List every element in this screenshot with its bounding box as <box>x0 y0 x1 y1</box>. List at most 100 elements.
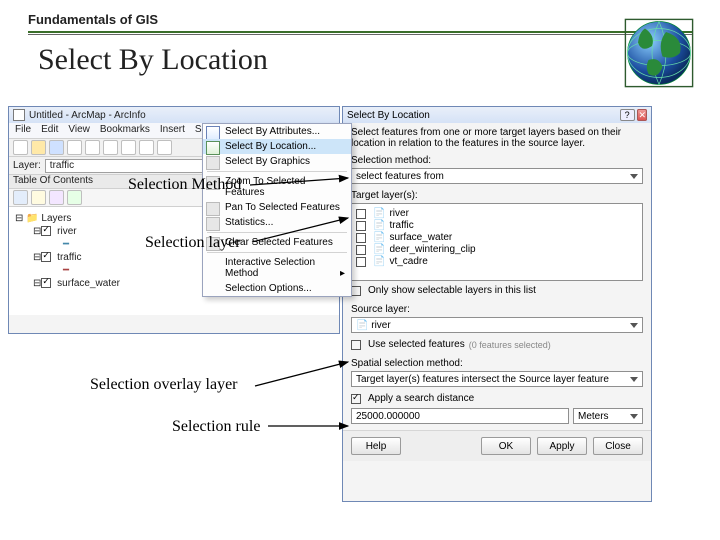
redo-icon[interactable] <box>157 140 172 155</box>
selection-method-value: select features from <box>356 171 444 182</box>
menuitem-select-by-location[interactable]: Select By Location... <box>203 139 351 154</box>
globe-icon <box>624 18 694 88</box>
spatial-method-label: Spatial selection method: <box>343 354 651 371</box>
target-layer-name: deer_wintering_clip <box>389 244 475 255</box>
chevron-down-icon <box>630 377 638 382</box>
slide-title: Select By Location <box>38 43 692 77</box>
menuitem-label: Statistics... <box>225 217 273 228</box>
layer-label: river <box>57 226 76 237</box>
apply-distance-label: Apply a search distance <box>368 393 474 404</box>
checkbox-icon[interactable] <box>356 209 366 219</box>
menuitem-zoom-to-selected[interactable]: Zoom To Selected Features <box>203 174 351 200</box>
menuitem-statistics[interactable]: Statistics... <box>203 215 351 230</box>
checkbox-icon[interactable] <box>356 245 366 255</box>
paste-icon[interactable] <box>121 140 136 155</box>
checkbox-icon[interactable] <box>356 233 366 243</box>
select-by-attributes-icon <box>206 126 220 140</box>
menuitem-label: Select By Graphics <box>225 156 310 167</box>
menuitem-selection-options[interactable]: Selection Options... <box>203 281 351 296</box>
toc-root-label: Layers <box>41 213 71 224</box>
menu-insert[interactable]: Insert <box>160 124 185 137</box>
open-icon[interactable] <box>31 140 46 155</box>
menuitem-label: Select By Location... <box>225 141 316 152</box>
target-layer-row[interactable]: 📄river <box>356 208 638 219</box>
selection-method-combo[interactable]: select features from <box>351 168 643 184</box>
menuitem-label: Selection Options... <box>225 283 312 294</box>
menu-bookmarks[interactable]: Bookmarks <box>100 124 150 137</box>
content-area: Untitled - ArcMap - ArcInfo File Edit Vi… <box>0 106 720 526</box>
source-layer-label: Source layer: <box>343 300 651 317</box>
menuitem-select-by-attributes[interactable]: Select By Attributes... <box>203 124 351 139</box>
checkbox-icon[interactable] <box>41 226 51 236</box>
target-layer-row[interactable]: 📄deer_wintering_clip <box>356 244 638 255</box>
apply-distance-checkbox[interactable] <box>351 394 361 404</box>
close-button[interactable]: Close <box>593 437 643 455</box>
close-icon[interactable]: ✕ <box>637 109 647 121</box>
target-layer-row[interactable]: 📄surface_water <box>356 232 638 243</box>
use-selected-checkbox[interactable] <box>351 340 361 350</box>
slide-header: Fundamentals of GIS Select By Location <box>0 0 720 87</box>
checkbox-icon[interactable] <box>41 278 51 288</box>
distance-input[interactable]: 25000.000000 <box>351 408 569 424</box>
chevron-down-icon <box>630 174 638 179</box>
menuitem-clear-selected[interactable]: Clear Selected Features <box>203 235 351 250</box>
distance-units-combo[interactable]: Meters <box>573 408 643 424</box>
target-layer-name: river <box>389 208 408 219</box>
clear-icon <box>206 237 220 251</box>
only-selectable-label: Only show selectable layers in this list <box>368 285 536 296</box>
checkbox-icon[interactable] <box>41 252 51 262</box>
menuitem-select-by-graphics[interactable]: Select By Graphics <box>203 154 351 169</box>
statistics-icon <box>206 217 220 231</box>
cut-icon[interactable] <box>85 140 100 155</box>
separator <box>207 232 347 233</box>
use-selected-row: Use selected features (0 features select… <box>343 335 651 354</box>
checkbox-icon[interactable] <box>356 221 366 231</box>
ok-button[interactable]: OK <box>481 437 531 455</box>
target-layer-row[interactable]: 📄vt_cadre <box>356 256 638 267</box>
distance-units-value: Meters <box>578 411 609 422</box>
help-icon[interactable]: ? <box>620 109 635 121</box>
annotation-selection-overlay: Selection overlay layer <box>90 376 238 394</box>
help-button[interactable]: Help <box>351 437 401 455</box>
spatial-method-combo[interactable]: Target layer(s) features intersect the S… <box>351 371 643 387</box>
new-doc-icon[interactable] <box>13 140 28 155</box>
toc-list-selection-icon[interactable] <box>67 190 82 205</box>
select-by-graphics-icon <box>206 156 220 170</box>
undo-icon[interactable] <box>139 140 154 155</box>
zoom-icon <box>206 176 220 190</box>
menu-view[interactable]: View <box>68 124 90 137</box>
target-layer-name: vt_cadre <box>389 256 427 267</box>
copy-icon[interactable] <box>103 140 118 155</box>
target-layers-listbox[interactable]: 📄river 📄traffic 📄surface_water 📄deer_win… <box>351 203 643 281</box>
save-icon[interactable] <box>49 140 64 155</box>
only-selectable-checkbox[interactable] <box>351 286 361 296</box>
select-by-location-icon <box>206 141 220 155</box>
use-selected-hint: (0 features selected) <box>469 340 551 350</box>
target-layer-name: traffic <box>389 220 413 231</box>
source-layer-combo[interactable]: 📄 river <box>351 317 643 333</box>
divider <box>28 34 692 35</box>
apply-button[interactable]: Apply <box>537 437 587 455</box>
chevron-down-icon <box>630 414 638 419</box>
course-title: Fundamentals of GIS <box>28 12 692 27</box>
target-layer-row[interactable]: 📄traffic <box>356 220 638 231</box>
layer-label: Layer: <box>13 160 41 171</box>
menuitem-pan-to-selected[interactable]: Pan To Selected Features <box>203 200 351 215</box>
apply-distance-row: Apply a search distance <box>343 389 651 408</box>
layer-combo-value: traffic <box>50 160 74 171</box>
print-icon[interactable] <box>67 140 82 155</box>
toc-list-drawing-icon[interactable] <box>13 190 28 205</box>
layer-label: surface_water <box>57 278 120 289</box>
layer-label: traffic <box>57 252 81 263</box>
arcmap-titlebar: Untitled - ArcMap - ArcInfo <box>9 107 339 123</box>
selection-method-label: Selection method: <box>343 151 651 168</box>
arcmap-title: Untitled - ArcMap - ArcInfo <box>29 110 146 121</box>
toc-list-visibility-icon[interactable] <box>49 190 64 205</box>
menuitem-interactive-selection-method[interactable]: Interactive Selection Method ▸ <box>203 255 351 281</box>
selection-dropdown-menu: Select By Attributes... Select By Locati… <box>202 123 352 297</box>
toc-list-source-icon[interactable] <box>31 190 46 205</box>
menu-edit[interactable]: Edit <box>41 124 58 137</box>
chevron-down-icon <box>630 323 638 328</box>
menu-file[interactable]: File <box>15 124 31 137</box>
checkbox-icon[interactable] <box>356 257 366 267</box>
